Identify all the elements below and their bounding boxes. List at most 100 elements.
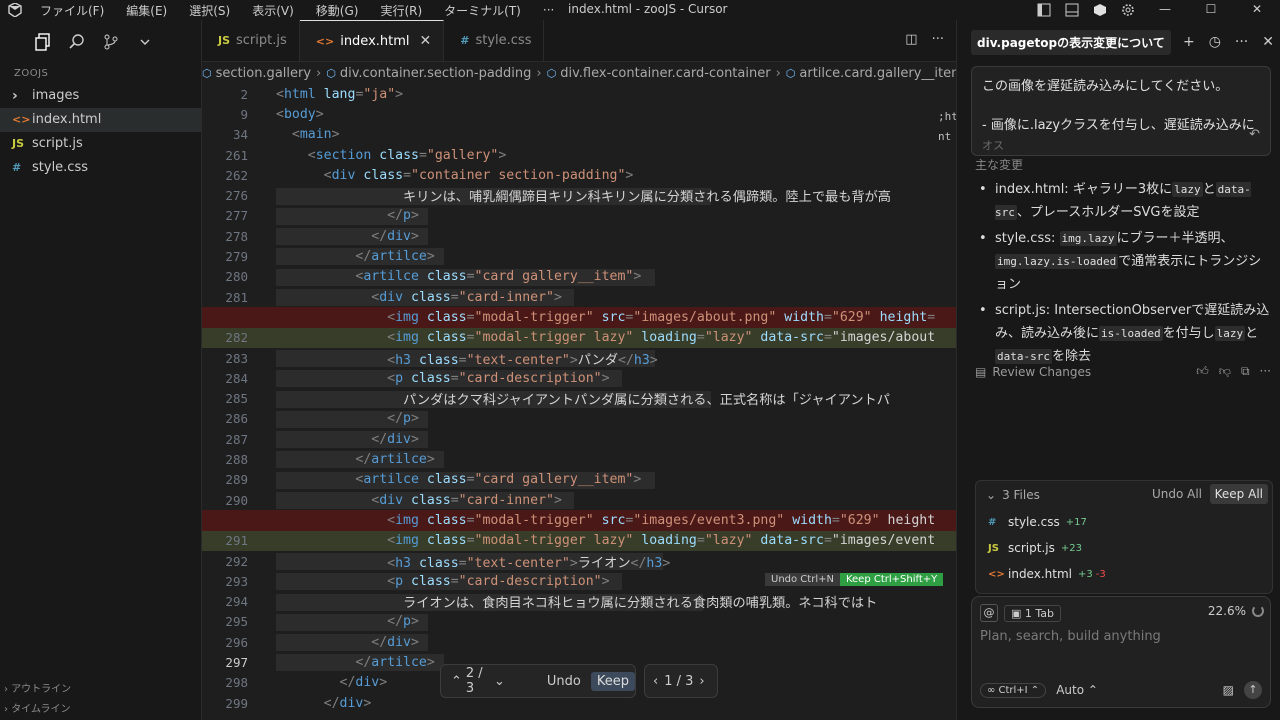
code-line[interactable]: <img class="modal-trigger" src="images/e… <box>202 510 956 531</box>
breadcrumb-item[interactable]: ⬡ div.flex-container.card-container <box>547 66 771 81</box>
explorer-item-style-css[interactable]: # style.css <box>0 156 201 180</box>
close-tab-icon[interactable]: ✕ <box>420 33 432 49</box>
changed-file-row[interactable]: <> index.html +3 -3 <box>976 561 1272 587</box>
code-line[interactable]: 2 <html lang="ja"> <box>202 84 956 104</box>
breadcrumb-item[interactable]: ⬡ div.container.section-padding <box>326 66 531 81</box>
code-line[interactable]: 289 <artilce class="card gallery__item"> <box>202 470 956 490</box>
code-line[interactable]: 286 </p> <box>202 409 956 429</box>
code-editor[interactable]: 2 <html lang="ja"> 9 <body> 34 <main> 261 <se… <box>202 84 956 720</box>
inline-keep-button[interactable]: Keep Ctrl+Shift+Y <box>839 573 944 586</box>
thumbs-down-icon[interactable]: 👎︎ <box>1219 364 1231 379</box>
user-prompt-bubble[interactable]: この画像を遅延読み込みにしてください。 - 画像に.lazyクラスを付与し、遅延… <box>971 66 1271 156</box>
code-line[interactable]: 282 <img class="modal-trigger lazy" load… <box>202 327 956 348</box>
undo-button[interactable]: Undo <box>541 672 587 691</box>
tab-style-css[interactable]: # style.css <box>444 20 545 61</box>
code-line[interactable]: 284 <p class="card-description"> <box>202 368 956 388</box>
code-line[interactable]: 291 <img class="modal-trigger lazy" load… <box>202 530 956 551</box>
more-actions-icon[interactable]: ··· <box>1235 34 1248 50</box>
model-selector[interactable]: Auto ⌃ <box>1056 683 1098 697</box>
send-button[interactable]: ↑ <box>1244 681 1262 699</box>
bullet-text: index.html: ギャラリー3枚に <box>995 182 1173 197</box>
changed-file-row[interactable]: # style.css +17 <box>976 509 1272 535</box>
code-line[interactable]: 290 <div class="card-inner"> <box>202 490 956 510</box>
close-icon[interactable]: ✕ <box>1262 34 1274 50</box>
menu-selection[interactable]: 選択(S) <box>189 2 230 19</box>
toggle-panel-icon[interactable] <box>1064 2 1080 18</box>
code-line[interactable]: 296 </div> <box>202 632 956 652</box>
image-attach-icon[interactable]: ▨ <box>1223 683 1234 697</box>
maximize-button[interactable]: ☐ <box>1188 0 1234 20</box>
code-line[interactable]: 277 </p> <box>202 206 956 226</box>
source-control-icon[interactable] <box>100 31 122 53</box>
menu-view[interactable]: 表示(V) <box>252 2 294 19</box>
menu-go[interactable]: 移動(G) <box>316 2 359 19</box>
explorer-item-index-html[interactable]: <> index.html <box>0 108 201 132</box>
code-line[interactable]: 278 </div> <box>202 226 956 246</box>
tab-index-html[interactable]: <> index.html ✕ <box>299 20 445 61</box>
chat-input[interactable]: Plan, search, build anything <box>972 629 1270 655</box>
menu-run[interactable]: 実行(R) <box>380 2 422 19</box>
more-actions-icon[interactable]: ··· <box>932 32 944 47</box>
code-line[interactable]: 285 パンダはクマ科ジャイアントパンダ属に分類される、正式名称は「ジャイアント… <box>202 389 956 409</box>
keep-all-button[interactable]: Keep All <box>1209 484 1268 504</box>
agent-mode-selector[interactable]: ∞ Ctrl+I ⌃ <box>980 682 1047 698</box>
review-changes-button[interactable]: Review Changes <box>992 365 1091 379</box>
breadcrumb-item[interactable]: ⬡ artilce.card.gallery__item <box>786 66 956 81</box>
chevron-right-icon[interactable]: › <box>699 674 704 689</box>
search-icon[interactable] <box>66 31 88 53</box>
thumbs-up-icon[interactable]: 👍︎ <box>1196 364 1209 379</box>
code-line[interactable]: 262 <div class="container section-paddin… <box>202 165 956 185</box>
code-line[interactable]: 294 ライオンは、食肉目ネコ科ヒョウ属に分類される食肉類の哺乳類。ネコ科ではト <box>202 592 956 612</box>
copy-icon[interactable]: ⧉ <box>1241 364 1250 379</box>
breadcrumb-item[interactable]: ⬡ section.gallery <box>202 66 311 81</box>
code-line[interactable]: 9 <body> <box>202 104 956 124</box>
code-line[interactable]: 281 <div class="card-inner"> <box>202 287 956 307</box>
settings-gear-icon[interactable] <box>1120 2 1136 18</box>
explorer-item-script-js[interactable]: JS script.js <box>0 132 201 156</box>
files-count[interactable]: 3 Files <box>1002 488 1040 502</box>
code-line[interactable]: 287 </div> <box>202 429 956 449</box>
split-editor-icon[interactable]: ◫ <box>905 32 917 47</box>
changed-file-row[interactable]: JS script.js +23 <box>976 535 1272 561</box>
outline-section[interactable]: › アウトライン <box>0 680 202 700</box>
code-line[interactable]: 261 <section class="gallery"> <box>202 145 956 165</box>
history-icon[interactable]: ◷ <box>1209 34 1221 50</box>
chevron-down-icon[interactable] <box>134 31 156 53</box>
undo-all-button[interactable]: Undo All <box>1152 487 1202 501</box>
line-number: 2 <box>240 86 248 102</box>
chevron-down-icon[interactable]: ⌄ <box>494 674 505 689</box>
more-actions-icon[interactable]: ··· <box>1260 364 1271 379</box>
code-line[interactable]: 288 </artilce> <box>202 449 956 469</box>
chevron-up-icon[interactable]: ⌃ <box>451 674 462 689</box>
inline-undo-button[interactable]: Undo Ctrl+N <box>765 573 840 586</box>
cursor-cube-icon[interactable] <box>1092 2 1108 18</box>
code-line[interactable]: 295 </p> <box>202 612 956 632</box>
code-line[interactable]: <img class="modal-trigger" src="images/a… <box>202 307 956 328</box>
menu-more[interactable]: ··· <box>543 3 554 17</box>
code-line[interactable]: 34 <main> <box>202 125 956 145</box>
context-tab-chip[interactable]: ▣ 1 Tab <box>1004 604 1062 622</box>
menu-terminal[interactable]: ターミナル(T) <box>444 2 521 19</box>
minimize-button[interactable]: — <box>1142 0 1188 20</box>
tab-script-js[interactable]: JS script.js <box>202 20 300 61</box>
keep-button[interactable]: Keep <box>590 671 635 691</box>
explorer-item-images[interactable]: › images <box>0 84 201 108</box>
add-context-button[interactable]: @ <box>980 604 998 622</box>
menu-file[interactable]: ファイル(F) <box>40 2 104 19</box>
chevron-left-icon[interactable]: ‹ <box>653 674 658 689</box>
code-line[interactable]: 276 キリンは、哺乳綱偶蹄目キリン科キリン属に分類される偶蹄類。陸上で最も背が… <box>202 186 956 206</box>
code-line[interactable]: 280 <artilce class="card gallery__item"> <box>202 267 956 287</box>
explorer-files-icon[interactable] <box>32 31 54 53</box>
toggle-sidebar-icon[interactable] <box>1036 2 1052 18</box>
code-line[interactable]: 292 <h3 class="text-center">ライオン</h3> <box>202 551 956 571</box>
chat-tab-title[interactable]: div.pagetopの表示変更について <box>971 29 1171 55</box>
close-window-button[interactable]: ✕ <box>1234 0 1280 20</box>
chevron-down-icon[interactable]: ⌄ <box>986 488 996 502</box>
restore-icon[interactable]: ↶ <box>1249 127 1260 142</box>
menu-edit[interactable]: 編集(E) <box>126 2 167 19</box>
new-chat-icon[interactable]: + <box>1183 34 1195 50</box>
code-line[interactable]: 283 <h3 class="text-center">パンダ</h3> <box>202 348 956 368</box>
project-title[interactable]: ZOOJS <box>0 64 201 84</box>
timeline-section[interactable]: › タイムライン <box>0 700 202 720</box>
code-line[interactable]: 279 </artilce> <box>202 246 956 266</box>
